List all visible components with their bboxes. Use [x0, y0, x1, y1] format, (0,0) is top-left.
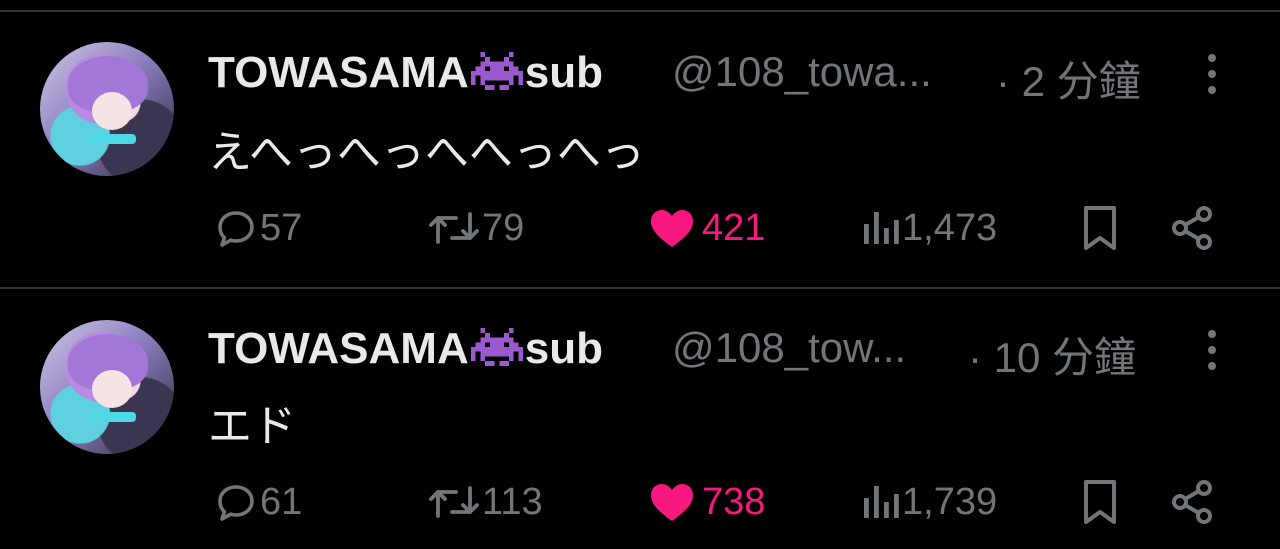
share-icon [1172, 206, 1212, 250]
retweet-button[interactable]: 79 [426, 206, 524, 250]
reply-icon [218, 485, 254, 521]
alien-monster-icon [470, 327, 523, 378]
share-icon [1172, 480, 1212, 524]
analytics-icon [864, 486, 899, 518]
share-button[interactable] [1168, 204, 1216, 252]
like-count: 738 [702, 480, 766, 523]
views-count: 1,739 [902, 480, 998, 523]
display-name-suffix: sub [524, 324, 603, 373]
avatar[interactable] [40, 320, 174, 454]
tweet[interactable]: TOWASAMA sub @108_tow... · 10 分鐘 エド 61 1 [0, 278, 1280, 548]
heart-icon [651, 484, 693, 521]
like-button[interactable]: 738 [648, 480, 765, 524]
handle[interactable]: @108_tow... [672, 324, 906, 372]
alien-monster-icon [470, 51, 523, 102]
retweet-count: 79 [482, 206, 525, 249]
display-name[interactable]: TOWASAMA sub [208, 324, 603, 378]
tweet-text: エド [208, 402, 296, 451]
retweet-count: 113 [482, 480, 543, 523]
bookmark-icon [1084, 206, 1116, 250]
display-name-suffix: sub [524, 48, 603, 97]
views-button[interactable]: 1,473 [858, 206, 997, 250]
retweet-icon [429, 486, 479, 518]
like-count: 421 [702, 206, 766, 249]
more-icon[interactable] [1202, 330, 1222, 378]
handle[interactable]: @108_towa... [672, 48, 932, 96]
timestamp[interactable]: · 10 分鐘 [968, 324, 1136, 385]
reply-icon [218, 211, 254, 247]
reply-count: 61 [260, 480, 303, 523]
display-name[interactable]: TOWASAMA sub [208, 48, 603, 102]
bookmark-icon [1084, 480, 1116, 524]
display-name-text: TOWASAMA [208, 48, 469, 97]
heart-icon [651, 210, 693, 247]
bookmark-button[interactable] [1078, 478, 1122, 526]
timestamp[interactable]: · 2 分鐘 [996, 48, 1141, 109]
share-button[interactable] [1168, 478, 1216, 526]
retweet-icon [429, 212, 479, 244]
reply-count: 57 [260, 206, 303, 249]
tweet[interactable]: TOWASAMA sub @108_towa... · 2 分鐘 えへっへっへへ… [0, 0, 1280, 270]
retweet-button[interactable]: 113 [426, 480, 543, 524]
analytics-icon [864, 212, 899, 244]
bookmark-button[interactable] [1078, 204, 1122, 252]
reply-button[interactable]: 57 [212, 206, 302, 250]
tweet-text: えへっへっへへっへっ [208, 128, 645, 177]
views-count: 1,473 [902, 206, 998, 249]
views-button[interactable]: 1,739 [858, 480, 997, 524]
reply-button[interactable]: 61 [212, 480, 302, 524]
avatar[interactable] [40, 42, 174, 176]
display-name-text: TOWASAMA [208, 324, 469, 373]
more-icon[interactable] [1202, 54, 1222, 102]
like-button[interactable]: 421 [648, 206, 765, 250]
